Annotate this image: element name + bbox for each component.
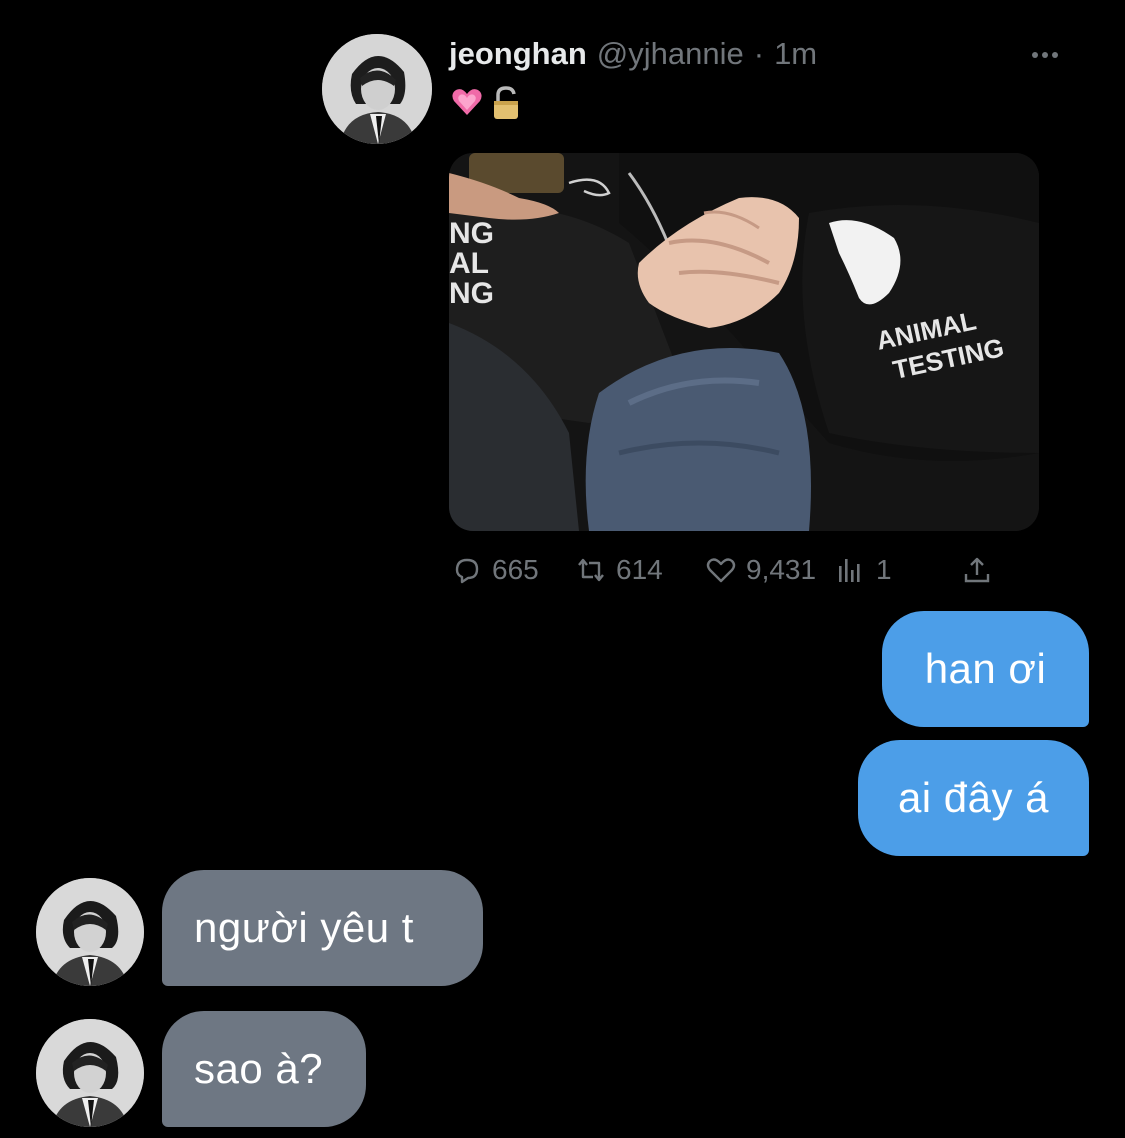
message-bubble-received[interactable]: người yêu t (162, 870, 483, 986)
lock-emoji-icon (494, 86, 518, 119)
heart-icon (706, 558, 736, 583)
tweet-header: jeonghan @yjhannie · 1m (449, 36, 817, 72)
chat-screen: jeonghan @yjhannie · 1m NG AL NG ANIMAL … (0, 0, 1125, 1138)
tweet-actions-bar: 665 614 9,431 1 (450, 548, 1010, 592)
bag-text-1: NG (449, 217, 494, 250)
message-text: han ơi (924, 645, 1047, 692)
contact-avatar[interactable] (36, 1019, 144, 1127)
reply-count: 665 (492, 554, 539, 585)
retweet-count: 614 (616, 554, 663, 585)
share-button[interactable] (960, 548, 994, 592)
message-bubble-sent[interactable]: ai đây á (858, 740, 1089, 856)
photo-holding-hands: NG AL NG ANIMAL TESTING (449, 153, 1039, 531)
tweet-photo[interactable]: NG AL NG ANIMAL TESTING (449, 153, 1039, 531)
message-text: người yêu t (194, 904, 414, 951)
avatar-portrait (36, 1019, 144, 1127)
message-text: ai đây á (897, 774, 1050, 821)
tweet-timestamp[interactable]: 1m (774, 36, 817, 72)
avatar-portrait (322, 34, 432, 144)
reply-button[interactable]: 665 (450, 548, 539, 592)
views-button[interactable]: 1 (834, 548, 892, 592)
heart-emoji-icon (452, 89, 482, 115)
like-count: 9,431 (746, 554, 817, 585)
author-handle[interactable]: @yjhannie (597, 36, 744, 72)
author-name[interactable]: jeonghan (449, 36, 587, 72)
contact-avatar[interactable] (36, 878, 144, 986)
more-options-icon[interactable] (1030, 40, 1060, 70)
separator-dot: · (753, 36, 765, 71)
bag-text-2: AL (449, 247, 489, 280)
bag-text-3: NG (449, 277, 494, 310)
message-bubble-received[interactable]: sao à? (162, 1011, 366, 1127)
tweet-text (451, 86, 521, 120)
tweet-author-avatar[interactable] (322, 34, 432, 144)
like-button[interactable]: 9,431 (704, 548, 816, 592)
retweet-button[interactable]: 614 (574, 548, 663, 592)
message-bubble-sent[interactable]: han ơi (882, 611, 1089, 727)
views-count: 1 (876, 554, 892, 585)
retweet-icon (578, 558, 604, 582)
share-icon (964, 557, 990, 583)
message-text: sao à? (194, 1045, 324, 1092)
avatar-portrait (36, 878, 144, 986)
views-icon (839, 559, 860, 582)
reply-icon (455, 558, 479, 584)
